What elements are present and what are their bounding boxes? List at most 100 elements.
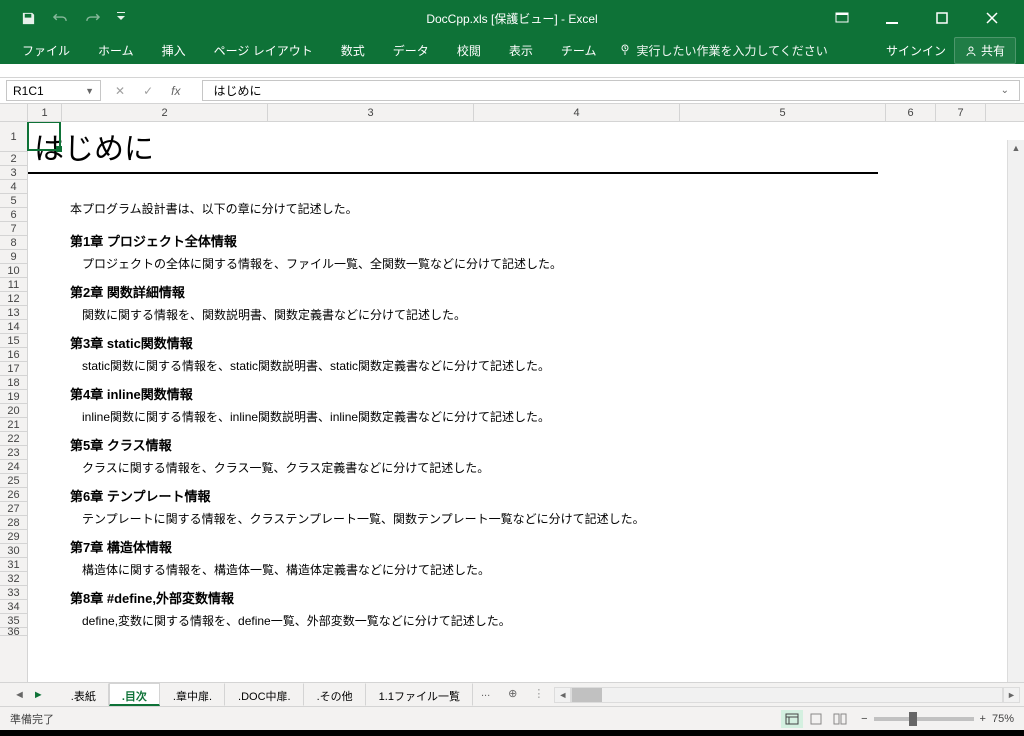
formula-input[interactable]: はじめに ⌄ [202, 80, 1020, 101]
fx-icon[interactable]: fx [171, 84, 180, 98]
hsb-track[interactable] [571, 687, 1003, 703]
row-header[interactable]: 8 [0, 236, 27, 250]
ribbon-tab-8[interactable]: チーム [547, 36, 611, 65]
row-header[interactable]: 31 [0, 558, 27, 572]
ribbon-tab-0[interactable]: ファイル [8, 36, 84, 65]
row-header[interactable]: 6 [0, 208, 27, 222]
chevron-down-icon[interactable]: ▼ [85, 86, 94, 96]
ribbon-tab-1[interactable]: ホーム [84, 36, 148, 65]
tab-divider: ⋮ [527, 683, 550, 706]
row-header[interactable]: 12 [0, 292, 27, 306]
sheet-tab[interactable]: .その他 [304, 683, 366, 706]
zoom-out-icon[interactable]: − [861, 713, 867, 725]
save-icon[interactable] [20, 10, 36, 26]
row-header[interactable]: 33 [0, 586, 27, 600]
zoom-thumb[interactable] [909, 712, 917, 726]
chapter-title: 第7章 構造体情報 [70, 540, 172, 555]
row-header[interactable]: 26 [0, 488, 27, 502]
ribbon-tab-3[interactable]: ページ レイアウト [200, 36, 327, 65]
row-header[interactable]: 20 [0, 404, 27, 418]
row-header[interactable]: 32 [0, 572, 27, 586]
zoom-in-icon[interactable]: + [980, 713, 986, 725]
ribbon-tab-5[interactable]: データ [379, 36, 443, 65]
row-header[interactable]: 4 [0, 180, 27, 194]
sheet-tab[interactable]: 1.1ファイル一覧 [366, 683, 473, 706]
sheet-body[interactable]: はじめに 本プログラム設計書は、以下の章に分けて記述した。 第1章 プロジェクト… [28, 122, 1024, 682]
scroll-left-icon[interactable]: ◄ [554, 687, 571, 703]
row-header[interactable]: 27 [0, 502, 27, 516]
page-layout-view-icon[interactable] [805, 710, 827, 728]
expand-formula-icon[interactable]: ⌄ [1001, 85, 1009, 96]
row-header[interactable]: 19 [0, 390, 27, 404]
row-header[interactable]: 29 [0, 530, 27, 544]
sheet-tab[interactable]: .章中扉. [160, 683, 225, 706]
horizontal-scrollbar[interactable]: ◄ ► [554, 685, 1020, 704]
vertical-scrollbar[interactable]: ▲ [1007, 140, 1024, 682]
col-header[interactable]: 2 [62, 104, 268, 121]
normal-view-icon[interactable] [781, 710, 803, 728]
row-header[interactable]: 1 [0, 122, 27, 152]
row-header[interactable]: 30 [0, 544, 27, 558]
ribbon-tab-2[interactable]: 挿入 [148, 36, 200, 65]
hsb-thumb[interactable] [572, 688, 602, 702]
col-header[interactable]: 5 [680, 104, 886, 121]
sheet-tab[interactable]: .目次 [109, 683, 160, 706]
page-break-view-icon[interactable] [829, 710, 851, 728]
col-header[interactable]: 4 [474, 104, 680, 121]
ribbon-tab-4[interactable]: 数式 [327, 36, 379, 65]
col-header[interactable]: 3 [268, 104, 474, 121]
ribbon-tab-7[interactable]: 表示 [495, 36, 547, 65]
col-header[interactable]: 6 [886, 104, 936, 121]
row-header[interactable]: 22 [0, 432, 27, 446]
zoom-level[interactable]: 75% [992, 713, 1014, 725]
maximize-icon[interactable] [926, 3, 958, 33]
tab-next-icon[interactable]: ► [33, 689, 44, 701]
row-header[interactable]: 28 [0, 516, 27, 530]
close-icon[interactable] [976, 3, 1008, 33]
tab-more[interactable]: ... [473, 683, 498, 706]
ribbon-tab-6[interactable]: 校閲 [443, 36, 495, 65]
window-title: DocCpp.xls [保護ビュー] - Excel [426, 10, 597, 27]
qat-dropdown-icon[interactable] [116, 10, 126, 26]
row-header[interactable]: 34 [0, 600, 27, 614]
row-header[interactable]: 10 [0, 264, 27, 278]
row-header[interactable]: 14 [0, 320, 27, 334]
col-header[interactable]: 1 [28, 104, 62, 121]
share-button[interactable]: 共有 [954, 37, 1016, 64]
tell-me-search[interactable]: 実行したい作業を入力してください [610, 42, 837, 59]
sheet-tab[interactable]: .表紙 [58, 683, 109, 706]
row-header[interactable]: 16 [0, 348, 27, 362]
row-header[interactable]: 3 [0, 166, 27, 180]
row-header[interactable]: 11 [0, 278, 27, 292]
scroll-up-icon[interactable]: ▲ [1008, 140, 1024, 157]
row-header[interactable]: 2 [0, 152, 27, 166]
zoom-slider[interactable] [874, 717, 974, 721]
row-header[interactable]: 13 [0, 306, 27, 320]
name-box[interactable]: R1C1 ▼ [6, 80, 101, 101]
row-header[interactable]: 25 [0, 474, 27, 488]
col-header[interactable]: 7 [936, 104, 986, 121]
row-header[interactable]: 7 [0, 222, 27, 236]
enter-icon[interactable]: ✓ [143, 84, 153, 98]
tab-prev-icon[interactable]: ◄ [14, 689, 25, 701]
row-header[interactable]: 23 [0, 446, 27, 460]
undo-icon[interactable] [52, 10, 68, 26]
scroll-right-icon[interactable]: ► [1003, 687, 1020, 703]
row-header[interactable]: 9 [0, 250, 27, 264]
minimize-icon[interactable] [876, 3, 908, 33]
cancel-icon[interactable]: ✕ [115, 84, 125, 98]
row-header[interactable]: 21 [0, 418, 27, 432]
add-sheet-icon[interactable]: ⊕ [498, 683, 527, 706]
redo-icon[interactable] [84, 10, 100, 26]
select-all-corner[interactable] [0, 104, 28, 121]
worksheet-grid[interactable]: 1234567891011121314151617181920212223242… [0, 122, 1024, 682]
row-header[interactable]: 24 [0, 460, 27, 474]
row-header[interactable]: 17 [0, 362, 27, 376]
row-header[interactable]: 36 [0, 628, 27, 636]
signin-link[interactable]: サインイン [886, 42, 946, 59]
row-header[interactable]: 18 [0, 376, 27, 390]
row-header[interactable]: 5 [0, 194, 27, 208]
sheet-tab[interactable]: .DOC中扉. [225, 683, 304, 706]
ribbon-display-icon[interactable] [826, 3, 858, 33]
row-header[interactable]: 15 [0, 334, 27, 348]
